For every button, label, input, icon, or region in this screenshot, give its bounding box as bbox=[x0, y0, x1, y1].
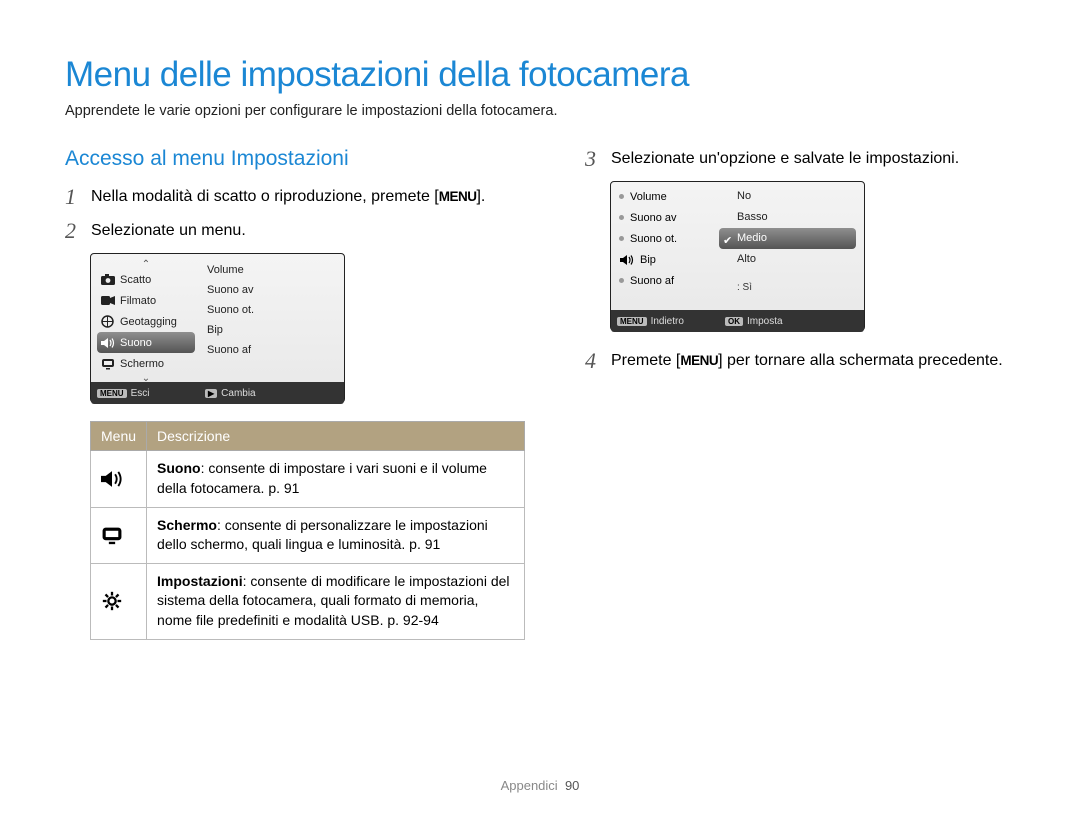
step-4: 4 Premete [MENU] per tornare alla scherm… bbox=[585, 349, 1015, 373]
table-header-descrizione: Descrizione bbox=[147, 422, 525, 451]
video-icon bbox=[100, 294, 115, 307]
globe-icon bbox=[100, 315, 115, 328]
footer-key-ok: OK bbox=[725, 317, 743, 326]
value-option: No bbox=[719, 186, 856, 207]
value-sublabel: : Sì bbox=[719, 282, 856, 293]
option-row: Suono av bbox=[619, 207, 717, 228]
submenu-item: Suono af bbox=[207, 340, 338, 360]
submenu-item: Volume bbox=[207, 260, 338, 280]
row-desc-cell: Impostazioni: consente di modificare le … bbox=[147, 563, 525, 639]
menu-item-scatto: Scatto bbox=[97, 269, 195, 290]
step-4-pre: Premete [ bbox=[611, 352, 680, 369]
step-2: 2 Selezionate un menu. bbox=[65, 219, 525, 243]
value-option: Alto bbox=[719, 249, 856, 270]
value-option: Basso bbox=[719, 207, 856, 228]
row-icon-cell bbox=[91, 563, 147, 639]
table-row: Impostazioni: consente di modificare le … bbox=[91, 563, 525, 639]
table-row: Schermo: consente di personalizzare le i… bbox=[91, 507, 525, 563]
option-row: Suono af bbox=[619, 270, 717, 291]
footer-label-cambia: Cambia bbox=[221, 388, 255, 399]
step-1-text: Nella modalità di scatto o riproduzione,… bbox=[91, 185, 485, 208]
table-header-menu: Menu bbox=[91, 422, 147, 451]
row-icon-cell bbox=[91, 507, 147, 563]
row-title: Suono bbox=[157, 460, 201, 476]
menu-key-label: MENU bbox=[680, 353, 718, 368]
camera-screen-menu: ⌃ Scatto Filmato Geotagging bbox=[90, 253, 345, 403]
page-footer: Appendici 90 bbox=[0, 778, 1080, 793]
menu-key-label: MENU bbox=[439, 189, 477, 204]
camera-icon bbox=[100, 273, 115, 286]
step-number: 3 bbox=[585, 147, 601, 171]
menu-item-label: Filmato bbox=[120, 295, 156, 307]
menu-item-filmato: Filmato bbox=[97, 290, 195, 311]
table-row: Suono: consente di impostare i vari suon… bbox=[91, 451, 525, 507]
option-label: Bip bbox=[640, 254, 656, 266]
speaker-icon bbox=[619, 253, 634, 266]
step-number: 4 bbox=[585, 349, 601, 373]
step-4-post: ] per tornare alla schermata precedente. bbox=[718, 352, 1003, 369]
display-icon bbox=[101, 526, 136, 545]
footer-key-menu: MENU bbox=[97, 389, 127, 398]
option-label: Suono av bbox=[630, 212, 676, 224]
menu-item-schermo: Schermo bbox=[97, 353, 195, 374]
step-1-pre: Nella modalità di scatto o riproduzione,… bbox=[91, 188, 439, 205]
option-row: Bip bbox=[619, 249, 717, 270]
bullet-icon bbox=[619, 278, 624, 283]
menu-item-suono: Suono bbox=[97, 332, 195, 353]
camera-screen-volume: Volume Suono av Suono ot. Bip Suono af N… bbox=[610, 181, 865, 331]
step-1-post: ]. bbox=[476, 188, 485, 205]
speaker-icon bbox=[101, 469, 136, 489]
menu-item-label: Schermo bbox=[120, 358, 164, 370]
page-title: Menu delle impostazioni della fotocamera bbox=[65, 55, 1015, 95]
footer-key-menu: MENU bbox=[617, 317, 647, 326]
menu-item-label: Suono bbox=[120, 337, 152, 349]
option-label: Suono af bbox=[630, 275, 674, 287]
menu-description-table: Menu Descrizione Suono: consente di impo… bbox=[90, 421, 525, 639]
bullet-icon bbox=[619, 236, 624, 241]
chevron-down-icon: ⌄ bbox=[97, 374, 195, 383]
gear-icon bbox=[101, 590, 136, 612]
menu-item-label: Scatto bbox=[120, 274, 151, 286]
submenu-item: Suono av bbox=[207, 280, 338, 300]
menu-item-label: Geotagging bbox=[120, 316, 177, 328]
value-option-label: Medio bbox=[737, 232, 767, 244]
footer-page-number: 90 bbox=[565, 778, 579, 793]
bullet-icon bbox=[619, 194, 624, 199]
option-row: Suono ot. bbox=[619, 228, 717, 249]
display-icon bbox=[100, 357, 115, 370]
footer-label-esci: Esci bbox=[131, 388, 150, 399]
step-4-text: Premete [MENU] per tornare alla schermat… bbox=[611, 349, 1003, 372]
step-number: 2 bbox=[65, 219, 81, 243]
row-title: Impostazioni bbox=[157, 573, 243, 589]
row-desc: : consente di impostare i vari suoni e i… bbox=[157, 460, 487, 496]
row-desc-cell: Suono: consente di impostare i vari suon… bbox=[147, 451, 525, 507]
row-icon-cell bbox=[91, 451, 147, 507]
step-1: 1 Nella modalità di scatto o riproduzion… bbox=[65, 185, 525, 209]
footer-label-indietro: Indietro bbox=[651, 316, 684, 327]
row-title: Schermo bbox=[157, 517, 217, 533]
speaker-icon bbox=[100, 336, 115, 349]
submenu-item: Bip bbox=[207, 320, 338, 340]
value-option-selected: ✔Medio bbox=[719, 228, 856, 249]
step-3-text: Selezionate un'opzione e salvate le impo… bbox=[611, 147, 959, 170]
row-desc-cell: Schermo: consente di personalizzare le i… bbox=[147, 507, 525, 563]
footer-key-right: ▶ bbox=[205, 389, 217, 398]
page-subtitle: Apprendete le varie opzioni per configur… bbox=[65, 103, 1015, 119]
option-row: Volume bbox=[619, 186, 717, 207]
menu-item-geotagging: Geotagging bbox=[97, 311, 195, 332]
section-heading: Accesso al menu Impostazioni bbox=[65, 147, 525, 171]
footer-section: Appendici bbox=[501, 778, 558, 793]
step-3: 3 Selezionate un'opzione e salvate le im… bbox=[585, 147, 1015, 171]
step-number: 1 bbox=[65, 185, 81, 209]
bullet-icon bbox=[619, 215, 624, 220]
footer-label-imposta: Imposta bbox=[747, 316, 783, 327]
option-label: Suono ot. bbox=[630, 233, 677, 245]
option-label: Volume bbox=[630, 191, 667, 203]
submenu-item: Suono ot. bbox=[207, 300, 338, 320]
chevron-up-icon: ⌃ bbox=[97, 260, 195, 269]
step-2-text: Selezionate un menu. bbox=[91, 219, 246, 242]
